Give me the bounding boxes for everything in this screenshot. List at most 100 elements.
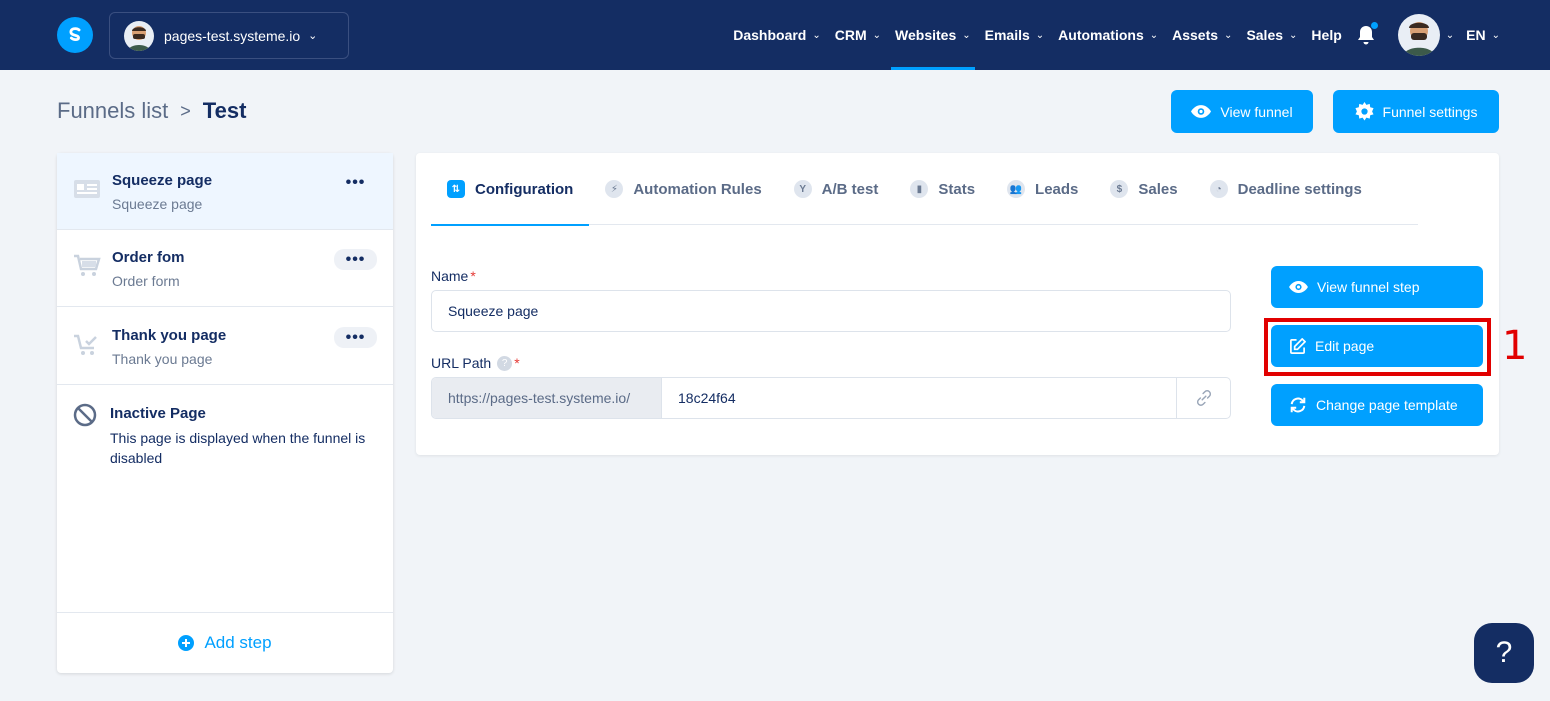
step-thank-you-page[interactable]: Thank you page Thank you page ••• bbox=[57, 308, 393, 385]
bar-chart-icon: ▮ bbox=[910, 180, 929, 198]
sliders-icon: ⇅ bbox=[447, 180, 465, 198]
change-page-template-label: Change page template bbox=[1316, 397, 1458, 413]
nav-automations[interactable]: Automations ⌄ bbox=[1058, 0, 1158, 70]
required-mark: * bbox=[470, 268, 476, 284]
squeeze-page-icon bbox=[74, 180, 100, 198]
step-subtitle: Order form bbox=[112, 273, 180, 289]
required-mark: * bbox=[514, 355, 520, 371]
name-label: Name * bbox=[431, 268, 476, 284]
step-menu-button[interactable]: ••• bbox=[334, 327, 377, 348]
cart-icon bbox=[74, 254, 101, 276]
tab-label: Leads bbox=[1035, 180, 1079, 198]
nav-label: Dashboard bbox=[733, 27, 807, 43]
eye-icon bbox=[1191, 105, 1212, 118]
nav-websites[interactable]: Websites ⌄ bbox=[891, 0, 975, 70]
step-order-form[interactable]: Order fom Order form ••• bbox=[57, 230, 393, 307]
url-path-field: https://pages-test.systeme.io/ 18c24f64 bbox=[431, 377, 1231, 419]
nav-label: Emails bbox=[984, 27, 1030, 43]
view-funnel-step-button[interactable]: View funnel step bbox=[1271, 266, 1483, 308]
tab-configuration[interactable]: ⇅ Configuration bbox=[431, 153, 590, 226]
tab-ab-test[interactable]: Y A/B test bbox=[778, 153, 895, 225]
view-funnel-label: View funnel bbox=[1220, 103, 1293, 120]
annotation-number: 1 bbox=[1502, 323, 1528, 369]
chevron-down-icon: ⌄ bbox=[872, 29, 882, 41]
name-input[interactable]: Squeeze page bbox=[431, 290, 1231, 332]
step-settings-panel: ⇅ Configuration ⚡ Automation Rules Y A/B te… bbox=[416, 153, 1499, 455]
breadcrumb-funnels-list[interactable]: Funnels list bbox=[57, 98, 168, 124]
url-path-label: URL Path ? * bbox=[431, 355, 520, 371]
gear-icon bbox=[1354, 102, 1374, 121]
step-subtitle: Squeeze page bbox=[112, 196, 203, 212]
step-tabs: ⇅ Configuration ⚡ Automation Rules Y A/B te… bbox=[431, 153, 1418, 226]
help-chat-button[interactable]: ? bbox=[1474, 623, 1534, 683]
systeme-logo-icon[interactable] bbox=[57, 17, 93, 53]
language-selector[interactable]: ⌄ EN ⌄ bbox=[1446, 0, 1500, 70]
funnel-settings-button[interactable]: Funnel settings bbox=[1333, 90, 1499, 133]
nav-label: Sales bbox=[1246, 27, 1284, 43]
tab-label: Configuration bbox=[475, 180, 574, 198]
nav-dashboard[interactable]: Dashboard ⌄ bbox=[733, 0, 821, 70]
chevron-down-icon: ⌄ bbox=[308, 30, 318, 42]
tab-label: Deadline settings bbox=[1237, 180, 1362, 198]
nav-sales[interactable]: Sales ⌄ bbox=[1246, 0, 1297, 70]
step-title: Thank you page bbox=[112, 327, 227, 344]
main-nav: Dashboard ⌄ CRM ⌄ Websites ⌄ Emails ⌄ Automa… bbox=[719, 0, 1500, 70]
tab-sales[interactable]: $ Sales bbox=[1094, 153, 1193, 225]
breadcrumb: Funnels list > Test bbox=[57, 98, 246, 124]
view-funnel-step-label: View funnel step bbox=[1317, 279, 1420, 295]
top-navigation-bar: pages-test.systeme.io ⌄ Dashboard ⌄ CRM ⌄ … bbox=[0, 0, 1550, 70]
add-step-label: Add step bbox=[204, 633, 272, 652]
nav-label: Websites bbox=[895, 27, 957, 43]
step-menu-button[interactable]: ••• bbox=[334, 172, 377, 193]
step-subtitle: Thank you page bbox=[112, 351, 213, 367]
funnel-settings-label: Funnel settings bbox=[1382, 103, 1478, 120]
nav-label: Automations bbox=[1058, 27, 1144, 43]
link-icon[interactable] bbox=[1176, 378, 1230, 418]
chevron-down-icon: ⌄ bbox=[962, 29, 971, 41]
tab-label: Sales bbox=[1138, 180, 1178, 198]
add-step-button[interactable]: Add step bbox=[57, 612, 393, 673]
tab-deadline-settings[interactable]: ◔ Deadline settings bbox=[1194, 153, 1378, 225]
plus-circle-icon bbox=[178, 635, 195, 651]
breadcrumb-separator: > bbox=[180, 100, 191, 121]
help-icon[interactable]: ? bbox=[497, 355, 513, 371]
tab-automation-rules[interactable]: ⚡ Automation Rules bbox=[589, 153, 777, 225]
step-menu-button[interactable]: ••• bbox=[334, 249, 377, 270]
chevron-down-icon: ⌄ bbox=[1035, 29, 1045, 41]
refresh-icon bbox=[1290, 397, 1306, 413]
notification-bell-icon[interactable] bbox=[1356, 22, 1378, 46]
inactive-page-description: This page is displayed when the funnel i… bbox=[110, 430, 366, 466]
disabled-icon bbox=[73, 403, 97, 427]
step-squeeze-page[interactable]: Squeeze page Squeeze page ••• bbox=[57, 153, 393, 230]
clock-icon: ◔ bbox=[1209, 180, 1228, 198]
chevron-down-icon: ⌄ bbox=[1224, 29, 1233, 41]
url-path-label-text: URL Path bbox=[431, 355, 492, 371]
notification-dot bbox=[1370, 22, 1378, 29]
nav-assets[interactable]: Assets ⌄ bbox=[1172, 0, 1232, 70]
nav-crm[interactable]: CRM ⌄ bbox=[835, 0, 881, 70]
lightning-icon: ⚡ bbox=[605, 180, 624, 198]
tab-label: Automation Rules bbox=[633, 180, 762, 198]
site-name: pages-test.systeme.io bbox=[164, 27, 301, 44]
nav-help[interactable]: Help bbox=[1311, 0, 1341, 70]
eye-icon bbox=[1289, 281, 1308, 293]
change-page-template-button[interactable]: Change page template bbox=[1271, 384, 1483, 426]
tab-leads[interactable]: 👥 Leads bbox=[991, 153, 1094, 225]
chevron-down-icon: ⌄ bbox=[1149, 29, 1159, 41]
chevron-down-icon: ⌄ bbox=[1289, 29, 1298, 41]
tab-stats[interactable]: ▮ Stats bbox=[894, 153, 991, 225]
user-avatar[interactable] bbox=[1397, 14, 1440, 56]
nav-label: Help bbox=[1311, 27, 1342, 43]
view-funnel-button[interactable]: View funnel bbox=[1171, 90, 1313, 133]
url-prefix: https://pages-test.systeme.io/ bbox=[432, 378, 662, 418]
language-label: EN bbox=[1466, 27, 1486, 43]
site-avatar bbox=[124, 20, 154, 51]
nav-label: Assets bbox=[1172, 27, 1219, 43]
site-selector[interactable]: pages-test.systeme.io ⌄ bbox=[109, 12, 349, 59]
step-title: Order fom bbox=[112, 249, 185, 266]
nav-emails[interactable]: Emails ⌄ bbox=[985, 0, 1045, 70]
inactive-page-step[interactable]: Inactive Page This page is displayed whe… bbox=[57, 384, 393, 474]
chevron-down-icon: ⌄ bbox=[1445, 29, 1455, 41]
url-path-input[interactable]: 18c24f64 bbox=[662, 378, 1176, 418]
tab-label: A/B test bbox=[821, 180, 879, 198]
